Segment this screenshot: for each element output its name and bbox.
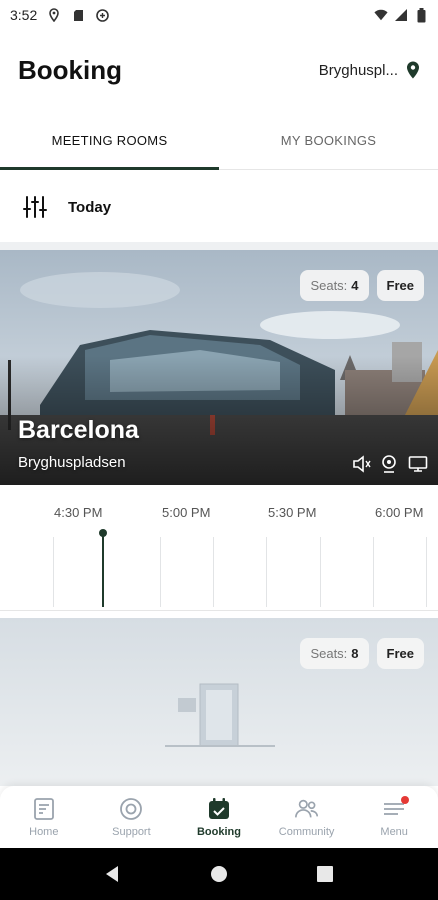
tab-label: MEETING ROOMS bbox=[51, 133, 168, 148]
nav-label: Booking bbox=[196, 826, 241, 838]
filter-row[interactable]: Today bbox=[0, 172, 438, 242]
time-label: 6:00 PM bbox=[375, 505, 424, 520]
amenities bbox=[352, 455, 428, 473]
room-card[interactable]: Seats: 8 Free bbox=[0, 618, 438, 786]
wifi-icon bbox=[374, 8, 388, 22]
status-badge: Free bbox=[376, 270, 424, 301]
monitor-icon bbox=[408, 455, 428, 473]
recents-icon[interactable] bbox=[314, 863, 336, 885]
signal-icon bbox=[394, 8, 408, 22]
tab-bar: MEETING ROOMS MY BOOKINGS bbox=[0, 112, 438, 170]
seats-badge: Seats: 4 bbox=[300, 270, 369, 301]
slot-divider bbox=[160, 537, 161, 607]
support-icon bbox=[118, 796, 144, 822]
status-text: Free bbox=[386, 646, 414, 661]
pin-icon bbox=[406, 61, 420, 79]
bottom-nav: Home Support Booking Community Menu bbox=[0, 786, 438, 848]
time-label: 5:00 PM bbox=[162, 505, 211, 520]
nav-label: Home bbox=[29, 826, 59, 838]
tab-meeting-rooms[interactable]: MEETING ROOMS bbox=[0, 112, 219, 170]
status-time: 3:52 bbox=[10, 7, 38, 23]
availability-timeline[interactable]: 4:30 PM 5:00 PM 5:30 PM 6:00 PM bbox=[0, 485, 438, 611]
seats-label: Seats: bbox=[310, 646, 348, 661]
sync-icon bbox=[95, 8, 109, 22]
status-badge: Free bbox=[376, 638, 424, 669]
nav-label: Menu bbox=[380, 826, 408, 838]
status-bar: 3:52 bbox=[0, 0, 438, 30]
nav-menu[interactable]: Menu bbox=[350, 786, 438, 848]
date-filter-label[interactable]: Today bbox=[68, 199, 111, 216]
back-icon[interactable] bbox=[102, 863, 124, 885]
battery-icon bbox=[414, 7, 428, 22]
nav-booking[interactable]: Booking bbox=[175, 786, 263, 848]
menu-icon bbox=[381, 796, 410, 822]
system-nav-bar bbox=[0, 848, 438, 900]
tab-my-bookings[interactable]: MY BOOKINGS bbox=[219, 112, 438, 169]
sd-card-icon bbox=[71, 8, 85, 22]
nav-home[interactable]: Home bbox=[0, 786, 88, 848]
room-card[interactable]: Seats: 4 Free Barcelona Bryghuspladsen bbox=[0, 250, 438, 485]
room-name: Barcelona bbox=[18, 416, 139, 444]
nav-label: Community bbox=[278, 826, 335, 838]
room-badges: Seats: 4 Free bbox=[300, 270, 424, 301]
section-divider bbox=[0, 242, 438, 250]
home-button-icon[interactable] bbox=[208, 863, 230, 885]
location-name: Bryghuspl... bbox=[318, 61, 398, 79]
community-icon bbox=[294, 796, 320, 822]
nav-support[interactable]: Support bbox=[88, 786, 176, 848]
home-icon bbox=[31, 796, 57, 822]
webcam-icon bbox=[380, 455, 400, 473]
slot-divider bbox=[213, 537, 214, 607]
tab-label: MY BOOKINGS bbox=[280, 133, 377, 148]
room-badges: Seats: 8 Free bbox=[300, 638, 424, 669]
notification-dot bbox=[401, 796, 410, 804]
seats-value: 4 bbox=[351, 278, 359, 293]
page-title: Booking bbox=[18, 54, 122, 85]
slot-divider bbox=[266, 537, 267, 607]
nav-label: Support bbox=[112, 826, 151, 838]
location-icon bbox=[47, 8, 61, 22]
calendar-check-icon bbox=[206, 796, 232, 822]
room-location: Bryghuspladsen bbox=[18, 454, 126, 471]
slot-divider bbox=[320, 537, 321, 607]
seats-value: 8 bbox=[351, 646, 359, 661]
status-text: Free bbox=[386, 278, 414, 293]
slot-divider bbox=[426, 537, 427, 607]
current-time-indicator bbox=[102, 533, 104, 607]
speaker-icon bbox=[352, 455, 372, 473]
slot-divider bbox=[373, 537, 374, 607]
time-label: 4:30 PM bbox=[54, 505, 103, 520]
seats-label: Seats: bbox=[310, 278, 348, 293]
slot-divider bbox=[53, 537, 54, 607]
seats-badge: Seats: 8 bbox=[300, 638, 369, 669]
app-header: Booking Bryghuspl... bbox=[0, 42, 438, 98]
sliders-icon[interactable] bbox=[22, 194, 48, 220]
location-picker[interactable]: Bryghuspl... bbox=[319, 61, 420, 79]
nav-community[interactable]: Community bbox=[263, 786, 351, 848]
time-label: 5:30 PM bbox=[268, 505, 317, 520]
